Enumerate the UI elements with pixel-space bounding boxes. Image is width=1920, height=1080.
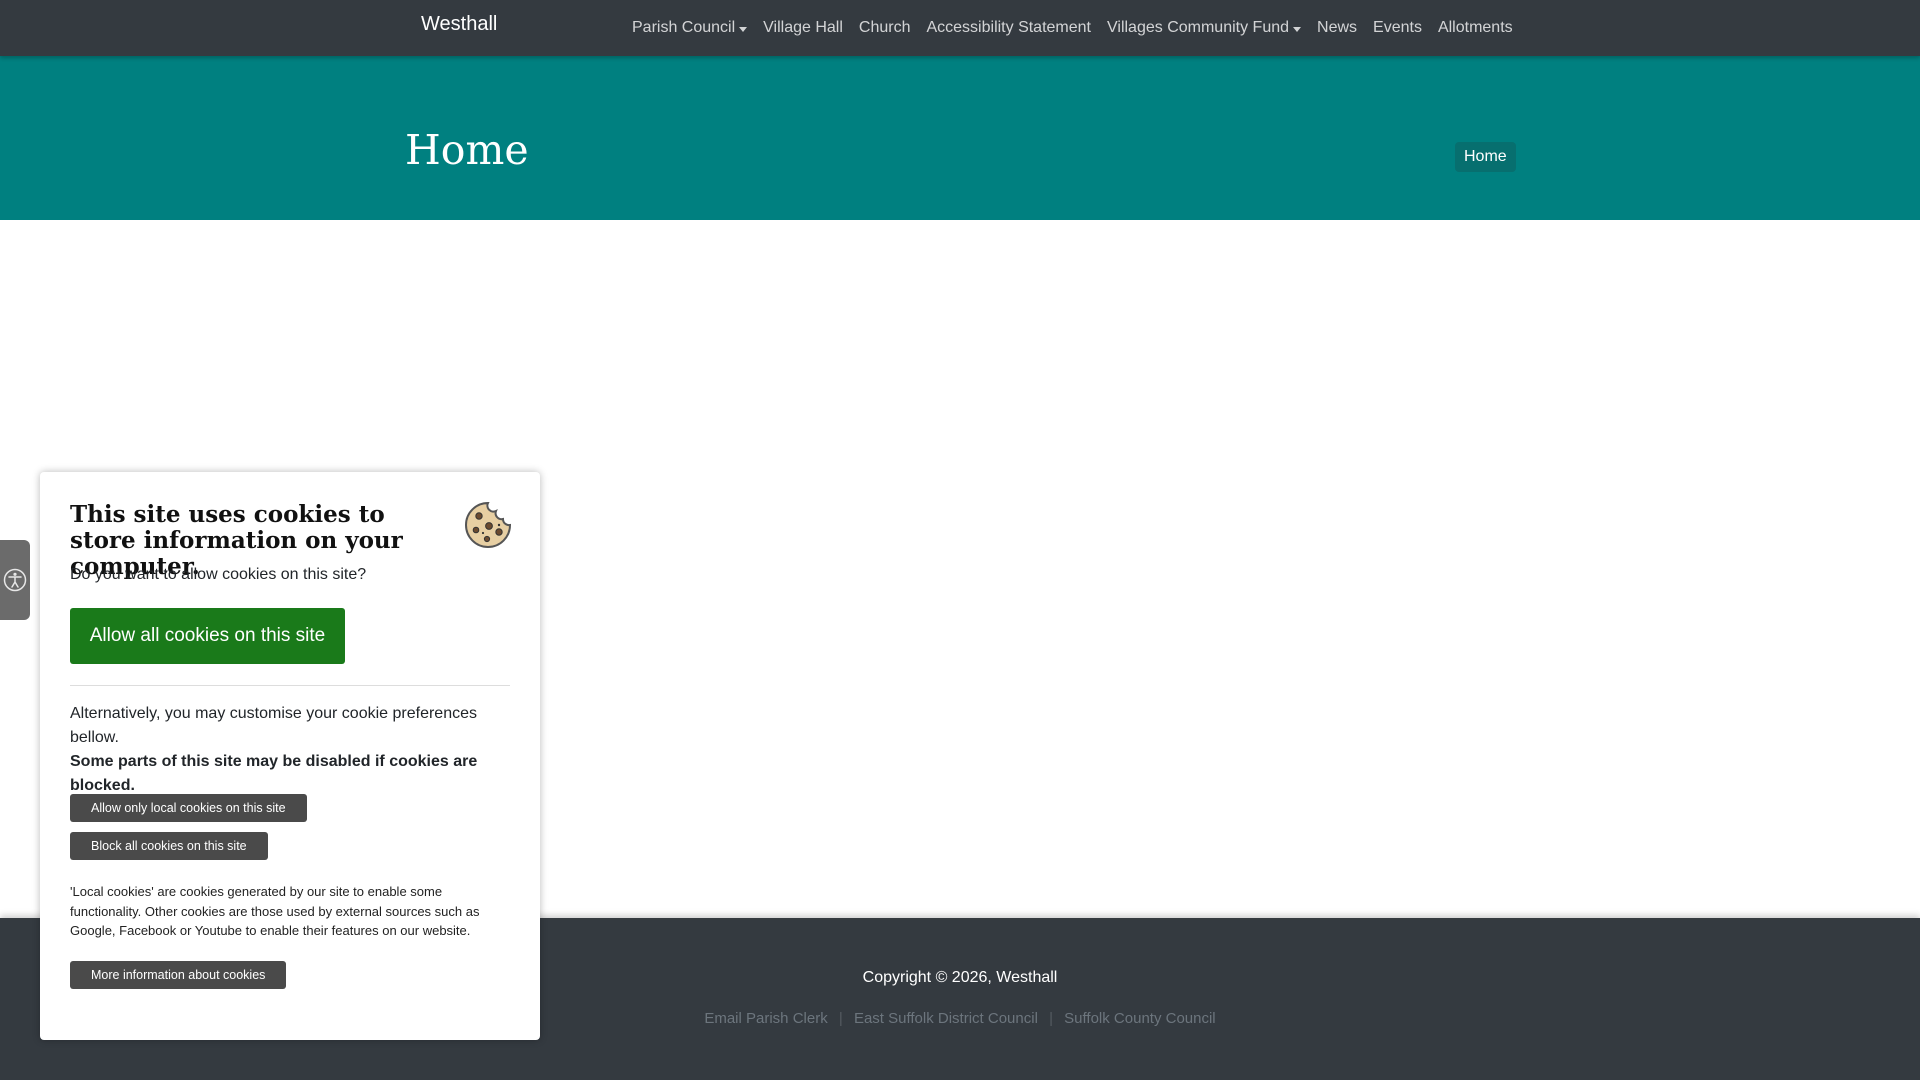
nav-item-news[interactable]: News bbox=[1309, 0, 1365, 56]
main-nav: Parish Council Village Hall Church Acces… bbox=[624, 0, 1521, 56]
footer-link-email-parish-clerk[interactable]: Email Parish Clerk bbox=[704, 1010, 827, 1027]
cookie-alternative-text: Alternatively, you may customise your co… bbox=[70, 705, 477, 746]
allow-local-cookies-button[interactable]: Allow only local cookies on this site bbox=[70, 794, 307, 822]
divider bbox=[70, 685, 510, 686]
footer-link-separator: | bbox=[838, 1010, 843, 1027]
cookie-question: Do you want to allow cookies on this sit… bbox=[70, 566, 367, 583]
cookie-customise-text: Alternatively, you may customise your co… bbox=[70, 702, 510, 798]
page-title: Home bbox=[405, 126, 529, 174]
accessibility-icon bbox=[3, 568, 27, 592]
caret-down-icon bbox=[739, 26, 748, 32]
more-info-cookies-button[interactable]: More information about cookies bbox=[70, 961, 287, 989]
block-all-cookies-button[interactable]: Block all cookies on this site bbox=[70, 832, 268, 860]
nav-item-label: Villages Community Fund bbox=[1107, 19, 1290, 36]
nav-item-label: Village Hall bbox=[763, 19, 843, 36]
cookie-consent-dialog: This site uses cookies to store informat… bbox=[40, 472, 540, 1040]
top-navbar: Westhall Parish Council Village Hall Chu… bbox=[0, 0, 1920, 56]
cookie-icon bbox=[465, 501, 512, 548]
accessibility-toolbar-tab[interactable] bbox=[0, 540, 30, 620]
footer-link-suffolk-county-council[interactable]: Suffolk County Council bbox=[1064, 1010, 1215, 1027]
footer-link-separator: | bbox=[1049, 1010, 1053, 1027]
nav-item-allotments[interactable]: Allotments bbox=[1430, 0, 1521, 56]
nav-item-label: Church bbox=[858, 19, 911, 36]
allow-all-cookies-button[interactable]: Allow all cookies on this site bbox=[70, 608, 345, 664]
caret-down-icon bbox=[1293, 26, 1302, 32]
footer-link-east-suffolk-district-council[interactable]: East Suffolk District Council bbox=[854, 1010, 1038, 1027]
breadcrumb: Home bbox=[1455, 142, 1516, 172]
nav-item-label: Events bbox=[1373, 19, 1422, 36]
nav-item-events[interactable]: Events bbox=[1365, 0, 1430, 56]
breadcrumb-item-home[interactable]: Home bbox=[1464, 148, 1507, 166]
page-header: Home Home bbox=[0, 56, 1920, 220]
nav-item-label: Parish Council bbox=[632, 19, 736, 36]
nav-item-label: Allotments bbox=[1437, 19, 1513, 36]
nav-item-church[interactable]: Church bbox=[851, 0, 919, 56]
nav-item-accessibility-statement[interactable]: Accessibility Statement bbox=[918, 0, 1099, 56]
nav-item-parish-council[interactable]: Parish Council bbox=[624, 0, 755, 56]
site-brand-link[interactable]: Westhall bbox=[421, 13, 497, 36]
nav-item-label: News bbox=[1317, 19, 1358, 36]
nav-item-villages-community-fund[interactable]: Villages Community Fund bbox=[1099, 0, 1309, 56]
nav-item-label: Accessibility Statement bbox=[926, 19, 1091, 36]
cookie-warning-text: Some parts of this site may be disabled … bbox=[70, 753, 478, 794]
nav-item-village-hall[interactable]: Village Hall bbox=[755, 0, 851, 56]
cookie-explanation-note: 'Local cookies' are cookies generated by… bbox=[70, 884, 480, 939]
